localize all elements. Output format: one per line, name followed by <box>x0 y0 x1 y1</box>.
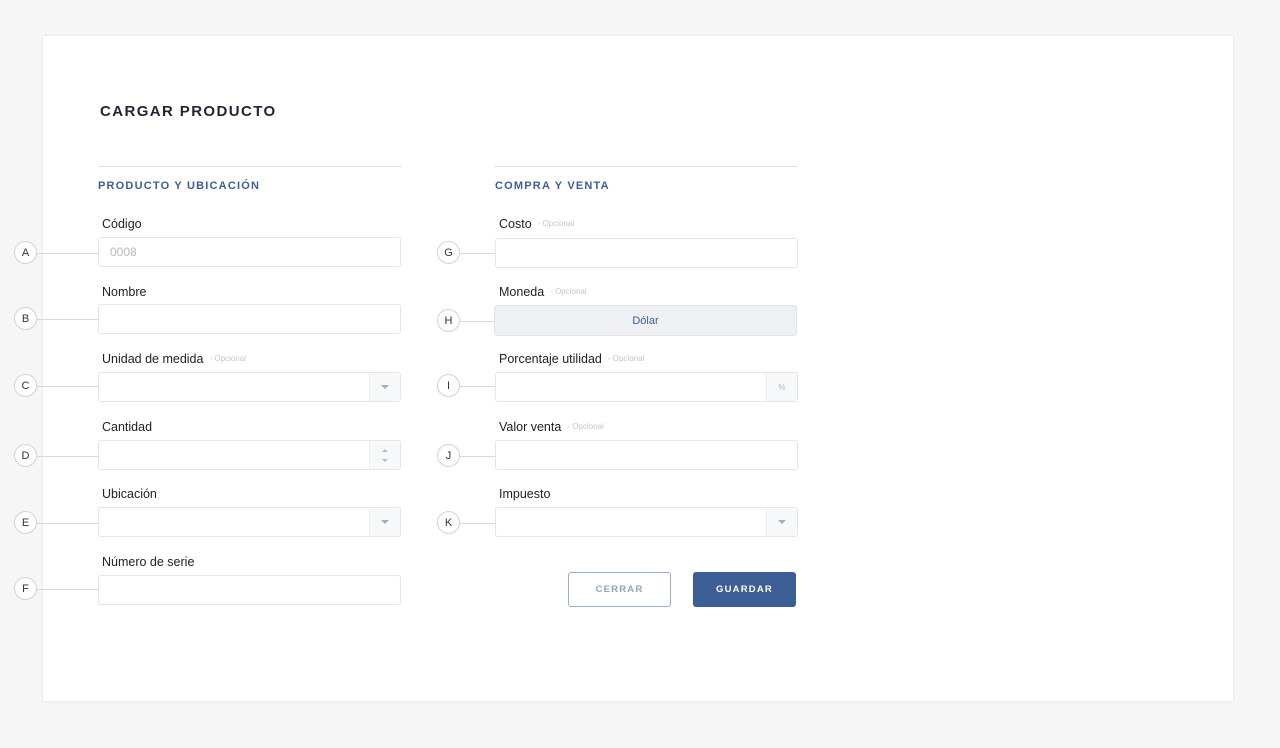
annotation-marker-f: F <box>14 577 37 600</box>
impuesto-dropdown-toggle[interactable] <box>766 508 797 536</box>
porcentaje-optional-tag: - Opcional <box>607 354 645 363</box>
porcentaje-input[interactable]: % <box>495 372 798 402</box>
annotation-marker-k: K <box>437 511 460 534</box>
annotation-marker-j: J <box>437 444 460 467</box>
left-section-title: PRODUCTO Y UBICACIÓN <box>98 180 261 192</box>
nombre-label: Nombre <box>102 285 147 299</box>
impuesto-select[interactable] <box>495 507 798 537</box>
marker-connector <box>37 523 98 524</box>
serie-label: Número de serie <box>102 555 195 569</box>
ubicacion-label: Ubicación <box>102 487 157 501</box>
marker-connector <box>37 589 98 590</box>
save-button[interactable]: GUARDAR <box>693 572 796 607</box>
marker-connector <box>460 456 495 457</box>
increment-arrow-icon[interactable] <box>382 448 388 452</box>
left-section-divider <box>98 166 401 167</box>
marker-connector <box>460 321 495 322</box>
codigo-label: Código <box>102 217 142 231</box>
porcentaje-label: Porcentaje utilidad - Opcional <box>499 352 645 366</box>
moneda-button[interactable]: Dólar <box>494 305 797 336</box>
costo-input[interactable] <box>495 238 798 268</box>
right-section-title: COMPRA Y VENTA <box>495 180 610 192</box>
costo-optional-tag: - Opcional <box>537 219 575 228</box>
annotation-marker-i: I <box>437 374 460 397</box>
codigo-input[interactable] <box>98 237 401 267</box>
marker-connector <box>37 386 98 387</box>
annotation-marker-e: E <box>14 511 37 534</box>
cantidad-spin-buttons[interactable] <box>369 441 400 469</box>
marker-connector <box>37 319 98 320</box>
marker-connector <box>460 523 495 524</box>
unidad-dropdown-toggle[interactable] <box>369 373 400 401</box>
unidad-optional-tag: - Opcional <box>209 354 246 363</box>
percent-suffix: % <box>766 373 797 401</box>
annotation-marker-g: G <box>437 241 460 264</box>
decrement-arrow-icon[interactable] <box>382 458 388 462</box>
page-title: CARGAR PRODUCTO <box>100 103 277 120</box>
chevron-down-icon <box>381 385 389 389</box>
annotation-marker-a: A <box>14 241 37 264</box>
serie-input[interactable] <box>98 575 401 605</box>
chevron-down-icon <box>778 520 786 524</box>
valor-venta-input[interactable] <box>495 440 798 470</box>
marker-connector <box>460 386 495 387</box>
right-section-divider <box>495 166 798 167</box>
annotation-marker-h: H <box>437 309 460 332</box>
close-button[interactable]: CERRAR <box>568 572 671 607</box>
costo-label: Costo - Opcional <box>499 217 575 231</box>
marker-connector <box>37 456 98 457</box>
impuesto-label: Impuesto <box>499 487 551 501</box>
annotation-marker-c: C <box>14 374 37 397</box>
unidad-label: Unidad de medida - Opcional <box>102 352 246 366</box>
moneda-optional-tag: - Opcional <box>550 287 587 296</box>
nombre-input[interactable] <box>98 304 401 334</box>
unidad-select[interactable] <box>98 372 401 402</box>
annotation-marker-d: D <box>14 444 37 467</box>
marker-connector <box>37 253 98 254</box>
ubicacion-select[interactable] <box>98 507 401 537</box>
chevron-down-icon <box>381 520 389 524</box>
marker-connector <box>460 253 495 254</box>
moneda-label: Moneda - Opcional <box>499 285 587 299</box>
annotation-marker-b: B <box>14 307 37 330</box>
valor-venta-label: Valor venta - Opcional <box>499 420 604 434</box>
valor-venta-optional-tag: - Opcional <box>567 422 604 431</box>
cantidad-label: Cantidad <box>102 420 153 434</box>
cantidad-stepper[interactable] <box>98 440 401 470</box>
ubicacion-dropdown-toggle[interactable] <box>369 508 400 536</box>
